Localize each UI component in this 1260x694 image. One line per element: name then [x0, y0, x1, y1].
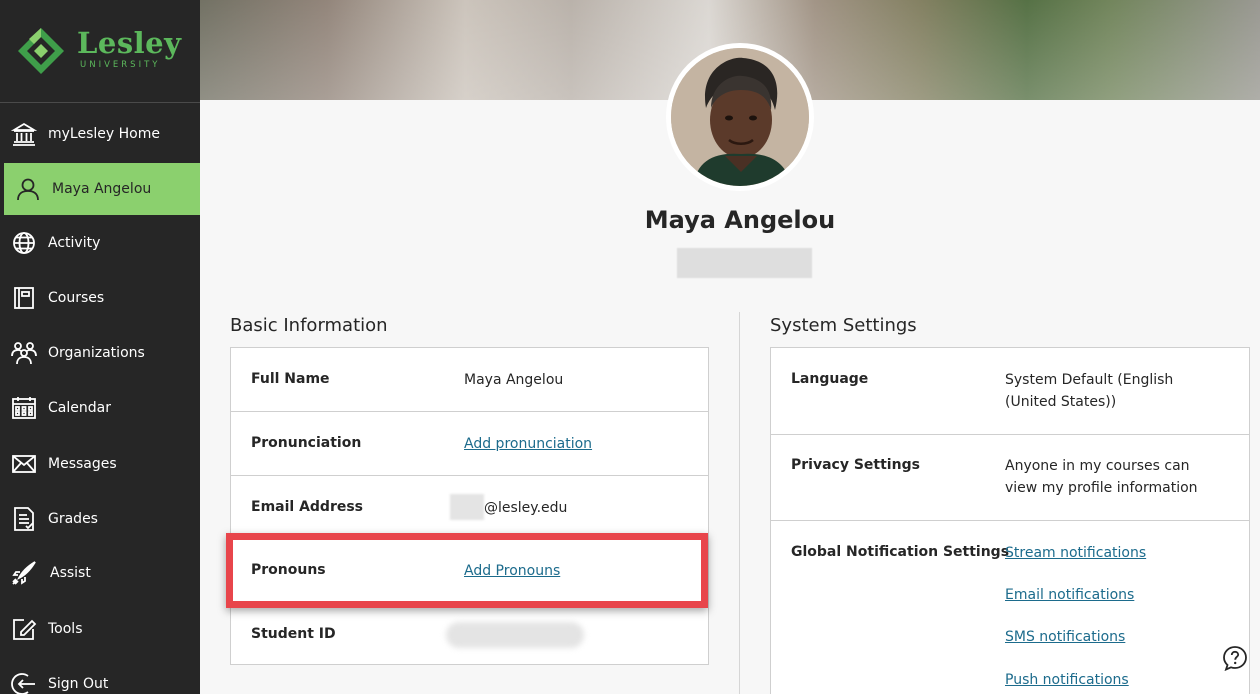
system-settings-title: System Settings — [770, 315, 917, 336]
email-notifications-link[interactable]: Email notifications — [1005, 584, 1134, 606]
portrait-image — [671, 48, 809, 186]
redacted-email-prefix — [450, 494, 484, 520]
avatar[interactable] — [666, 43, 814, 191]
email-value: @lesley.edu — [484, 500, 568, 516]
rocket-icon — [11, 560, 37, 586]
system-settings-card: Language System Default (English (United… — [770, 347, 1250, 694]
sidebar: Lesley UNIVERSITY myLesley Home Maya Ang… — [0, 0, 200, 694]
basic-info-title: Basic Information — [230, 315, 388, 336]
group-icon — [11, 340, 37, 366]
stream-notifications-link[interactable]: Stream notifications — [1005, 542, 1146, 564]
notifications-row: Global Notification Settings Stream noti… — [771, 521, 1249, 694]
nav-label: Organizations — [48, 345, 145, 361]
nav-label: Grades — [48, 511, 98, 527]
nav-item-profile[interactable]: Maya Angelou — [4, 163, 200, 215]
nav-item-calendar[interactable]: Calendar — [0, 382, 200, 434]
full-name-row: Full Name Maya Angelou — [231, 348, 708, 412]
language-value-line2: (United States)) — [1005, 394, 1117, 410]
language-label: Language — [791, 371, 869, 387]
student-id-label: Student ID — [251, 626, 336, 642]
nav-label: Sign Out — [48, 676, 109, 692]
push-notifications-link[interactable]: Push notifications — [1005, 669, 1129, 691]
envelope-icon — [11, 451, 37, 477]
nav-label: Activity — [48, 235, 101, 251]
language-row: Language System Default (English (United… — [771, 348, 1249, 435]
sign-out-icon — [11, 671, 37, 694]
nav-item-sign-out[interactable]: Sign Out — [0, 658, 200, 694]
nav-item-assist[interactable]: Assist — [0, 547, 200, 599]
basic-info-card: Full Name Maya Angelou Pronunciation Add… — [230, 347, 709, 665]
sms-notifications-link[interactable]: SMS notifications — [1005, 626, 1125, 648]
full-name-value: Maya Angelou — [464, 372, 564, 388]
pronunciation-label: Pronunciation — [251, 435, 362, 451]
notifications-label: Global Notification Settings — [791, 544, 1010, 560]
help-icon[interactable] — [1222, 645, 1248, 671]
nav-item-activity[interactable]: Activity — [0, 217, 200, 269]
full-name-label: Full Name — [251, 371, 330, 387]
logo[interactable]: Lesley UNIVERSITY — [0, 0, 200, 103]
user-icon — [15, 176, 41, 202]
email-label: Email Address — [251, 499, 364, 515]
privacy-row: Privacy Settings Anyone in my courses ca… — [771, 435, 1249, 521]
nav-label: Calendar — [48, 400, 111, 416]
nav-label: Messages — [48, 456, 117, 472]
student-id-row: Student ID — [231, 604, 708, 666]
nav-item-messages[interactable]: Messages — [0, 438, 200, 490]
privacy-value-line1: Anyone in my courses can — [1005, 458, 1190, 474]
nav-item-organizations[interactable]: Organizations — [0, 327, 200, 379]
nav-label: Assist — [50, 565, 91, 581]
redacted-student-id — [446, 622, 584, 648]
nav-label: Tools — [48, 621, 83, 637]
logo-subtitle: UNIVERSITY — [80, 60, 161, 70]
pronunciation-row: Pronunciation Add pronunciation — [231, 412, 708, 476]
book-icon — [11, 285, 37, 311]
grades-icon — [11, 506, 37, 532]
nav-label: Maya Angelou — [52, 181, 152, 197]
nav-item-mylesley-home[interactable]: myLesley Home — [0, 108, 200, 160]
privacy-value-line2: view my profile information — [1005, 480, 1198, 496]
edit-icon — [11, 616, 37, 642]
lesley-logo-icon — [18, 28, 64, 74]
privacy-label: Privacy Settings — [791, 457, 920, 473]
nav-label: myLesley Home — [48, 126, 160, 142]
logo-wordmark: Lesley — [77, 26, 182, 60]
email-row: Email Address @lesley.edu — [231, 476, 708, 540]
section-divider — [739, 312, 740, 694]
institution-icon — [11, 121, 37, 147]
add-pronunciation-link[interactable]: Add pronunciation — [464, 433, 592, 455]
nav-label: Courses — [48, 290, 105, 306]
nav-item-tools[interactable]: Tools — [0, 603, 200, 655]
highlight-box — [226, 533, 708, 608]
avatar-photo — [671, 48, 809, 186]
nav-item-courses[interactable]: Courses — [0, 272, 200, 324]
globe-icon — [11, 230, 37, 256]
redacted-username — [677, 248, 812, 278]
nav-item-grades[interactable]: Grades — [0, 493, 200, 545]
language-value-line1: System Default (English — [1005, 372, 1174, 388]
calendar-icon — [11, 395, 37, 421]
profile-name: Maya Angelou — [644, 206, 836, 234]
